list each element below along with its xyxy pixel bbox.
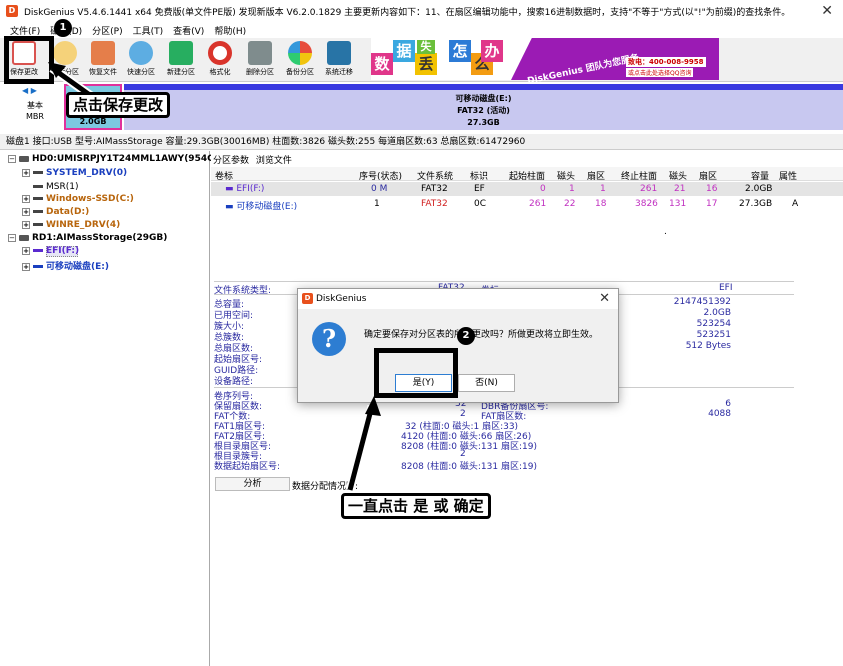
arrow-to-yes bbox=[345, 396, 381, 492]
callout-save: 点击保存更改 bbox=[66, 92, 171, 118]
step-badge-2: 2 bbox=[457, 327, 475, 345]
step-badge-1: 1 bbox=[54, 19, 72, 37]
callout-keep-clicking: 一直点击 是 或 确定 bbox=[341, 493, 491, 519]
